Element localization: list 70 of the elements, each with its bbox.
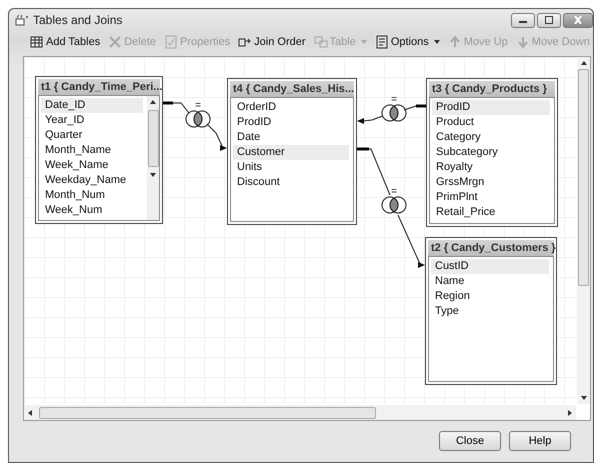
field-item[interactable]: Discount (233, 175, 349, 190)
maximize-button[interactable] (537, 12, 561, 28)
field-item[interactable]: PrimPlnt (432, 190, 550, 205)
field-item[interactable]: ProdID (233, 115, 349, 130)
table-node[interactable]: t1 { Candy_Time_Peri... Date_ID Year_ID Quarter Month_Name Week_Name Weekday_Name Month_Num Week_Num (35, 76, 163, 224)
table-node[interactable]: t2 { Candy_Customers } CustID Name Region Type (425, 237, 557, 385)
window-title: Tables and Joins (33, 13, 122, 27)
field-item[interactable]: Date (233, 130, 349, 145)
toolbar-button[interactable]: Join Order (235, 35, 309, 49)
dialog-button[interactable]: Help (509, 431, 571, 451)
tables-icon (15, 14, 29, 26)
field-item[interactable]: Month_Name (41, 143, 143, 158)
field-item[interactable]: OrderID (233, 100, 349, 115)
field-item[interactable]: Quarter (41, 128, 143, 143)
table-grid-icon (30, 35, 44, 49)
field-item[interactable]: Year_ID (41, 113, 143, 128)
field-item[interactable]: Week_Num (41, 203, 143, 218)
field-item[interactable]: Type (431, 304, 549, 319)
field-item[interactable]: Category (432, 130, 550, 145)
left-arrow-icon[interactable] (28, 410, 32, 416)
close-button[interactable] (563, 12, 593, 28)
table-node[interactable]: t3 { Candy_Products } ProdID Product Category Subcategory Royalty GrssMrgn PrimPlnt Retail_Price (426, 78, 558, 227)
maximize-icon (544, 16, 554, 24)
table-title: t4 { Candy_Sales_His... (233, 83, 354, 95)
field-item[interactable]: CustID (431, 259, 549, 274)
document-lines-icon (374, 35, 389, 49)
up-arrow-icon[interactable] (580, 61, 586, 65)
table-title: t3 { Candy_Products } (432, 83, 547, 95)
checklist-page-icon (164, 35, 178, 49)
down-arrow-icon[interactable] (580, 396, 586, 400)
field-item[interactable]: Week_Name (41, 158, 143, 173)
toolbar-button[interactable]: Options (372, 35, 443, 49)
field-item[interactable]: ProdID (432, 100, 550, 115)
join-operator: = (391, 94, 397, 105)
toolbar-button[interactable]: Add Tables (27, 35, 104, 49)
table-title: t2 { Candy_Customers } (431, 242, 556, 254)
field-item[interactable]: Customer (233, 145, 349, 160)
vertical-scrollbar[interactable] (577, 57, 590, 404)
down-arrow-icon (516, 35, 530, 49)
field-item[interactable]: Units (233, 160, 349, 175)
inner-join-icon[interactable] (382, 104, 406, 122)
join-operator: = (195, 100, 201, 111)
field-item[interactable]: GrssMrgn (432, 175, 550, 190)
join-connector (162, 102, 227, 151)
field-item[interactable]: Retail_Price (432, 205, 550, 220)
up-arrow-icon (448, 35, 462, 49)
minimize-button[interactable] (511, 12, 535, 28)
field-item[interactable]: Region (431, 289, 549, 304)
dialog-button[interactable]: Close (439, 431, 501, 451)
up-arrow-icon[interactable] (150, 100, 156, 104)
stacked-tables-icon (314, 35, 328, 49)
field-item[interactable]: Date_ID (41, 98, 143, 113)
join-operator: = (391, 186, 397, 197)
table-node[interactable]: t4 { Candy_Sales_His... OrderID ProdID Date Customer Units Discount (227, 78, 357, 225)
close-icon (573, 16, 583, 24)
inner-join-icon[interactable] (186, 110, 210, 128)
down-arrow-icon[interactable] (150, 173, 156, 177)
field-item[interactable]: Name (431, 274, 549, 289)
table-title: t1 { Candy_Time_Peri... (41, 81, 162, 93)
vertical-scrollbar[interactable] (147, 96, 159, 220)
horizontal-scrollbar[interactable] (24, 405, 576, 420)
field-item[interactable]: Product (432, 115, 550, 130)
delete-icon (108, 35, 122, 49)
field-item[interactable]: Month_Num (41, 188, 143, 203)
inner-join-icon[interactable] (382, 196, 406, 214)
field-item[interactable]: Subcategory (432, 145, 550, 160)
join-connector (357, 104, 426, 124)
field-item[interactable]: Royalty (432, 160, 550, 175)
field-item[interactable]: Weekday_Name (41, 173, 143, 188)
right-arrow-icon[interactable] (568, 410, 572, 416)
